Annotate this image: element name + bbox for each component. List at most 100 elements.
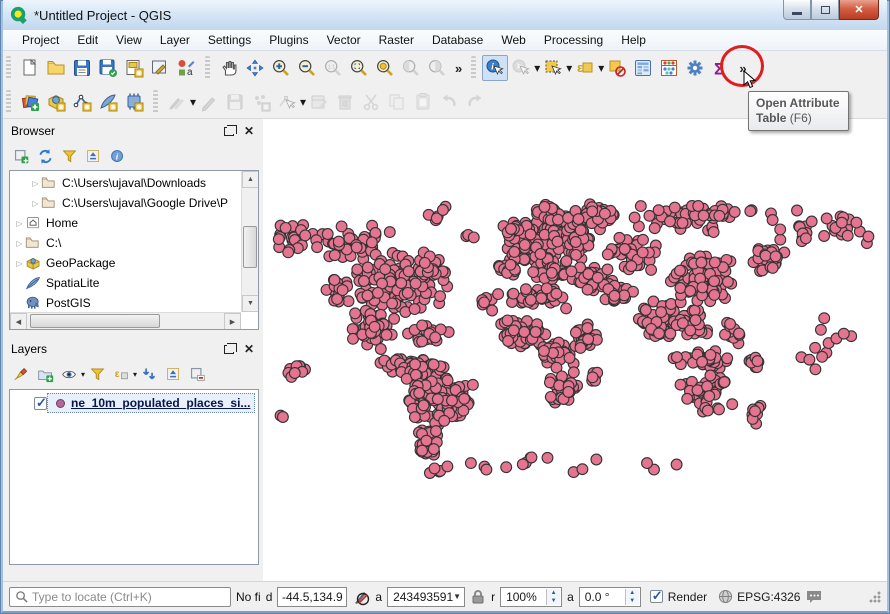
menu-item-raster[interactable]: Raster: [370, 31, 423, 49]
layers-close-button[interactable]: ✕: [241, 341, 257, 357]
pan-to-selection-button[interactable]: [242, 55, 268, 81]
toolbar-handle[interactable]: [6, 90, 11, 114]
browser-item-c-users-ujaval-downloads[interactable]: ▷C:\Users\ujaval\Downloads: [10, 173, 241, 193]
zoom-in-button[interactable]: [268, 55, 294, 81]
scroll-left-icon[interactable]: ◀: [10, 313, 27, 330]
scroll-right-icon[interactable]: ▶: [224, 313, 241, 330]
toolbar-handle[interactable]: [471, 56, 476, 80]
toolbar-handle[interactable]: [153, 90, 158, 114]
new-project-button[interactable]: [17, 55, 43, 81]
browser-item-home[interactable]: ▷Home: [10, 213, 241, 233]
add-group-button[interactable]: [33, 362, 57, 386]
manage-map-themes-button[interactable]: [57, 362, 81, 386]
layer-name[interactable]: ne_10m_populated_places_si...: [71, 396, 250, 410]
menu-item-project[interactable]: Project: [13, 31, 68, 49]
coordinate-display[interactable]: -44.5,134.9: [277, 587, 347, 607]
collapse-all-button[interactable]: [81, 144, 105, 168]
expander-icon[interactable]: ▷: [14, 219, 25, 228]
toolbar-handle[interactable]: [205, 56, 210, 80]
menu-item-processing[interactable]: Processing: [535, 31, 612, 49]
scrollbar-thumb[interactable]: [243, 226, 257, 268]
style-manager-button[interactable]: a: [173, 55, 199, 81]
show-statistics-button[interactable]: Σ: [708, 55, 734, 81]
scroll-up-icon[interactable]: ▲: [242, 171, 259, 188]
new-geopackage-layer-button[interactable]: [43, 89, 69, 115]
expand-all-button[interactable]: [137, 362, 161, 386]
render-toggle[interactable]: Render: [650, 590, 707, 604]
select-by-expression-button[interactable]: ε: [572, 55, 598, 81]
spin-down-icon[interactable]: ▼: [626, 597, 639, 605]
scrollbar-thumb[interactable]: [30, 314, 160, 328]
layer-row[interactable]: ne_10m_populated_places_si...: [34, 392, 256, 414]
menu-item-settings[interactable]: Settings: [199, 31, 260, 49]
browser-horizontal-scrollbar[interactable]: ◀ ▶: [10, 312, 241, 329]
menu-item-database[interactable]: Database: [423, 31, 492, 49]
expander-icon[interactable]: ▷: [30, 199, 41, 208]
expander-icon[interactable]: ▷: [14, 259, 25, 268]
zoom-to-selection-button[interactable]: [372, 55, 398, 81]
resize-grip[interactable]: [869, 591, 881, 603]
map-canvas[interactable]: [263, 119, 887, 581]
filter-legend-button[interactable]: [85, 362, 109, 386]
rotation-spinbox[interactable]: 0.0 ° ▲▼: [579, 587, 641, 607]
remove-layer-button[interactable]: [185, 362, 209, 386]
spin-up-icon[interactable]: ▲: [626, 589, 639, 597]
new-spatialite-layer-button[interactable]: [95, 89, 121, 115]
magnifier-spinbox[interactable]: 100% ▲▼: [500, 587, 562, 607]
filter-browser-button[interactable]: [57, 144, 81, 168]
new-virtual-layer-button[interactable]: [121, 89, 147, 115]
maximize-button[interactable]: [811, 0, 839, 20]
minimize-button[interactable]: [783, 0, 811, 20]
scale-combobox[interactable]: 243493591▼: [387, 587, 465, 607]
browser-item-postgis[interactable]: PostGIS: [10, 293, 241, 313]
toolbar-overflow-icon[interactable]: »: [450, 61, 465, 76]
scroll-down-icon[interactable]: ▼: [242, 295, 259, 312]
menu-item-help[interactable]: Help: [612, 31, 655, 49]
crs-status[interactable]: EPSG:4326: [718, 589, 800, 604]
identify-features-button[interactable]: i: [482, 55, 508, 81]
data-source-manager-button[interactable]: [17, 89, 43, 115]
browser-item-geopackage[interactable]: ▷GeoPackage: [10, 253, 241, 273]
save-project-button[interactable]: [69, 55, 95, 81]
add-selected-layer-button[interactable]: [9, 144, 33, 168]
expander-icon[interactable]: ▷: [14, 239, 25, 248]
deselect-features-button[interactable]: [604, 55, 630, 81]
open-attribute-table-button[interactable]: [630, 55, 656, 81]
toolbar-overflow-icon[interactable]: »: [734, 61, 749, 76]
close-button[interactable]: ✕: [839, 0, 879, 20]
messages-icon[interactable]: [805, 589, 823, 605]
layers-float-button[interactable]: [221, 341, 237, 357]
new-print-layout-button[interactable]: [121, 55, 147, 81]
spin-up-icon[interactable]: ▲: [547, 589, 560, 597]
browser-item-spatialite[interactable]: SpatiaLite: [10, 273, 241, 293]
show-layout-manager-button[interactable]: [147, 55, 173, 81]
expander-icon[interactable]: ▷: [30, 179, 41, 188]
browser-vertical-scrollbar[interactable]: ▲ ▼: [241, 171, 258, 312]
menu-item-edit[interactable]: Edit: [68, 31, 107, 49]
browser-item-c-users-ujaval-google-drive-p[interactable]: ▷C:\Users\ujaval\Google Drive\P: [10, 193, 241, 213]
menu-item-web[interactable]: Web: [492, 31, 534, 49]
open-layer-styling-button[interactable]: [9, 362, 33, 386]
lock-scale-icon[interactable]: [470, 589, 486, 605]
collapse-all-layers-button[interactable]: [161, 362, 185, 386]
locator-search-input[interactable]: Type to locate (Ctrl+K): [9, 587, 231, 607]
open-project-button[interactable]: [43, 55, 69, 81]
title-bar[interactable]: *Untitled Project - QGIS ✕: [3, 0, 887, 30]
panel-splitter[interactable]: [5, 330, 263, 337]
render-checkbox[interactable]: [650, 590, 663, 603]
zoom-out-button[interactable]: [294, 55, 320, 81]
toolbar-handle[interactable]: [6, 56, 11, 80]
menu-item-plugins[interactable]: Plugins: [260, 31, 317, 49]
save-project-as-button[interactable]: [95, 55, 121, 81]
filter-by-expression-button[interactable]: ε: [109, 362, 133, 386]
menu-item-layer[interactable]: Layer: [151, 31, 199, 49]
processing-toolbox-button[interactable]: [682, 55, 708, 81]
refresh-button[interactable]: [33, 144, 57, 168]
menu-item-view[interactable]: View: [107, 31, 151, 49]
browser-close-button[interactable]: ✕: [241, 123, 257, 139]
pan-map-button[interactable]: [216, 55, 242, 81]
new-shapefile-layer-button[interactable]: [69, 89, 95, 115]
select-features-button[interactable]: [540, 55, 566, 81]
toggle-extents-icon[interactable]: [352, 588, 370, 606]
properties-info-button[interactable]: i: [105, 144, 129, 168]
